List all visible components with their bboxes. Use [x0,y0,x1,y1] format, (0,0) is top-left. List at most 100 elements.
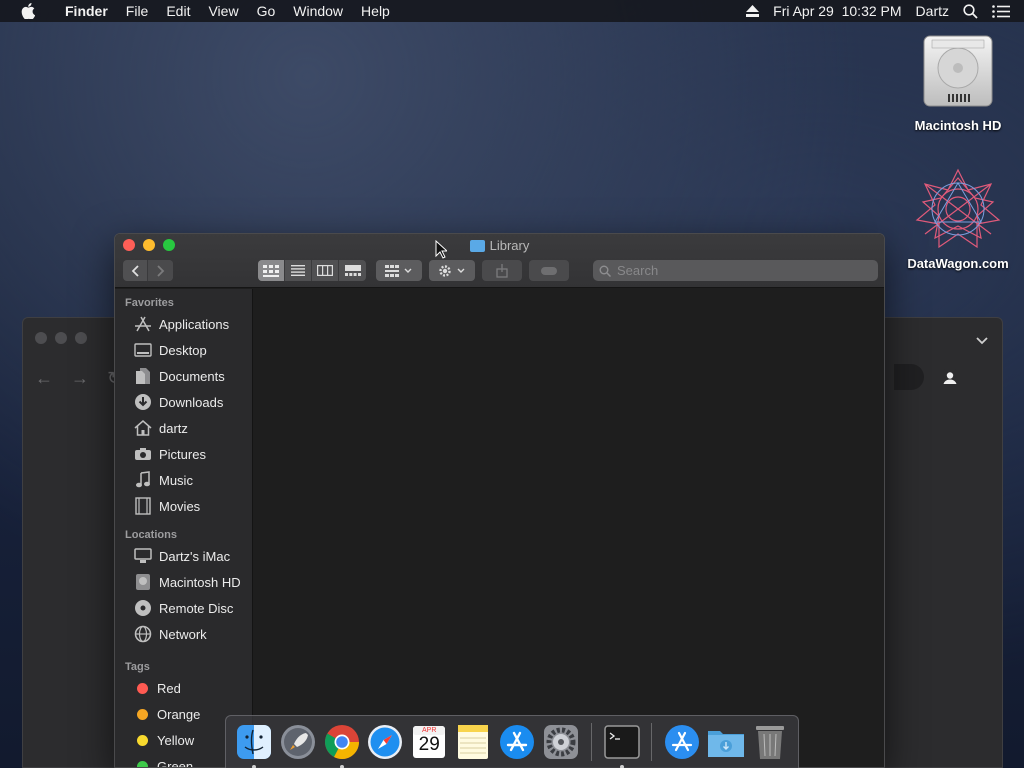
menu-edit[interactable]: Edit [157,3,199,19]
dock-notes[interactable] [453,722,493,762]
notes-icon [458,725,489,759]
downloads-folder-icon [708,731,745,757]
eject-icon[interactable] [746,5,760,17]
home-icon [133,419,153,437]
dock-system-preferences[interactable] [541,722,581,762]
finder-window[interactable]: Library Search Favorites Applications De… [114,233,885,768]
sidebar-item-documents[interactable]: Documents [115,363,252,389]
finder-toolbar: Library [115,234,884,288]
sidebar-section-tags: Tags [125,661,150,673]
sidebar-item-macintosh-hd[interactable]: Macintosh HD [115,569,252,595]
rocket-icon [280,725,315,759]
desktop-icon-datawagon[interactable]: DataWagon.com [898,168,1018,271]
menu-app-name[interactable]: Finder [56,3,117,19]
sidebar-section-favorites: Favorites [125,297,174,309]
window-title-text: Library [489,238,530,253]
forward-button[interactable] [148,260,173,281]
yellow-tag-dot [137,734,148,746]
sidebar-item-music[interactable]: Music [115,467,252,493]
sidebar-item-network[interactable]: Network [115,621,252,647]
window-title: Library [115,238,884,253]
sidebar-item-movies[interactable]: Movies [115,493,252,519]
sidebar-item-downloads[interactable]: Downloads [115,389,252,415]
camera-icon [133,445,153,463]
sidebar-item-remote-disc[interactable]: Remote Disc [115,595,252,621]
gear-icon [439,264,465,277]
back-arrow-icon[interactable]: ← [35,368,53,389]
sidebar-item-label: Downloads [159,394,224,410]
dock-downloads-folder[interactable] [706,722,746,762]
column-view-button[interactable] [312,260,339,281]
edit-tags-button[interactable] [529,260,569,281]
sidebar-tag-red[interactable]: Red [115,675,252,701]
user-menu[interactable]: Dartz [916,3,949,19]
dock-calendar[interactable]: APR 29 [409,722,449,762]
computer-icon [133,547,153,565]
dock-terminal[interactable] [602,722,642,768]
sidebar-item-desktop[interactable]: Desktop [115,337,252,363]
dock-safari[interactable] [365,722,405,762]
orange-tag-dot [137,708,148,720]
desktop-icon-macintosh-hd[interactable]: Macintosh HD [898,32,1018,133]
calendar-day: 29 [418,734,440,755]
dock-applications-folder[interactable] [662,722,702,762]
action-gear-button[interactable] [429,260,475,281]
safari-compass-icon [368,725,403,759]
finder-sidebar: Favorites Applications Desktop Documents… [115,289,253,767]
gallery-view-button[interactable] [339,260,366,281]
view-mode-switcher [258,260,366,281]
notification-center-icon[interactable] [992,4,1010,18]
calendar-month: APR [422,727,437,734]
sidebar-item-pictures[interactable]: Pictures [115,441,252,467]
window-controls-inactive[interactable] [35,332,95,344]
mouse-pointer-icon [435,240,447,259]
search-icon [599,265,611,277]
file-list-area[interactable] [254,289,884,767]
list-view-button[interactable] [285,260,312,281]
search-field[interactable] [593,260,878,281]
sidebar-item-label: Network [159,626,207,642]
menu-view[interactable]: View [199,3,247,19]
terminal-icon [603,725,640,759]
desktop-icon [133,341,153,359]
forward-arrow-icon[interactable]: → [71,368,89,389]
dock-app-store[interactable] [497,722,537,762]
gear-icon [543,725,578,759]
back-button[interactable] [123,260,148,281]
share-button[interactable] [482,260,522,281]
downloads-icon [133,393,153,411]
search-input[interactable] [617,263,857,278]
desktop-icon-label: DataWagon.com [907,256,1009,271]
clock[interactable]: Fri Apr 29 10:32 PM [773,3,901,19]
music-icon [133,471,153,489]
menu-bar: Finder File Edit View Go Window Help Fri… [0,0,1024,22]
chevron-down-icon[interactable] [976,334,988,348]
sidebar-item-label: Pictures [159,446,206,462]
sidebar-item-applications[interactable]: Applications [115,311,252,337]
sidebar-item-label: dartz [159,420,188,436]
address-bar[interactable] [894,364,924,390]
datawagon-logo-icon [915,168,1001,249]
icon-view-button[interactable] [258,260,285,281]
finder-icon [236,725,271,759]
menu-help[interactable]: Help [352,3,399,19]
dock-chrome[interactable] [322,722,362,768]
sidebar-item-dartz[interactable]: dartz [115,415,252,441]
spotlight-search-icon[interactable] [963,3,978,19]
sidebar-item-label: Red [157,680,181,696]
back-forward-buttons [123,260,173,281]
profile-icon[interactable] [940,368,960,388]
dock-launchpad[interactable] [278,722,318,762]
drive-icon [133,573,153,591]
sidebar-item-label: Yellow [157,732,195,748]
sidebar-item-label: Desktop [159,342,207,358]
apple-menu-icon[interactable] [0,3,56,19]
group-by-button[interactable] [376,260,422,281]
menu-go[interactable]: Go [248,3,285,19]
dock-trash[interactable] [750,722,790,762]
sidebar-item-imac[interactable]: Dartz's iMac [115,543,252,569]
menu-file[interactable]: File [117,3,158,19]
dock-finder[interactable] [234,722,274,768]
menu-window[interactable]: Window [284,3,352,19]
sidebar-item-label: Applications [159,316,230,332]
